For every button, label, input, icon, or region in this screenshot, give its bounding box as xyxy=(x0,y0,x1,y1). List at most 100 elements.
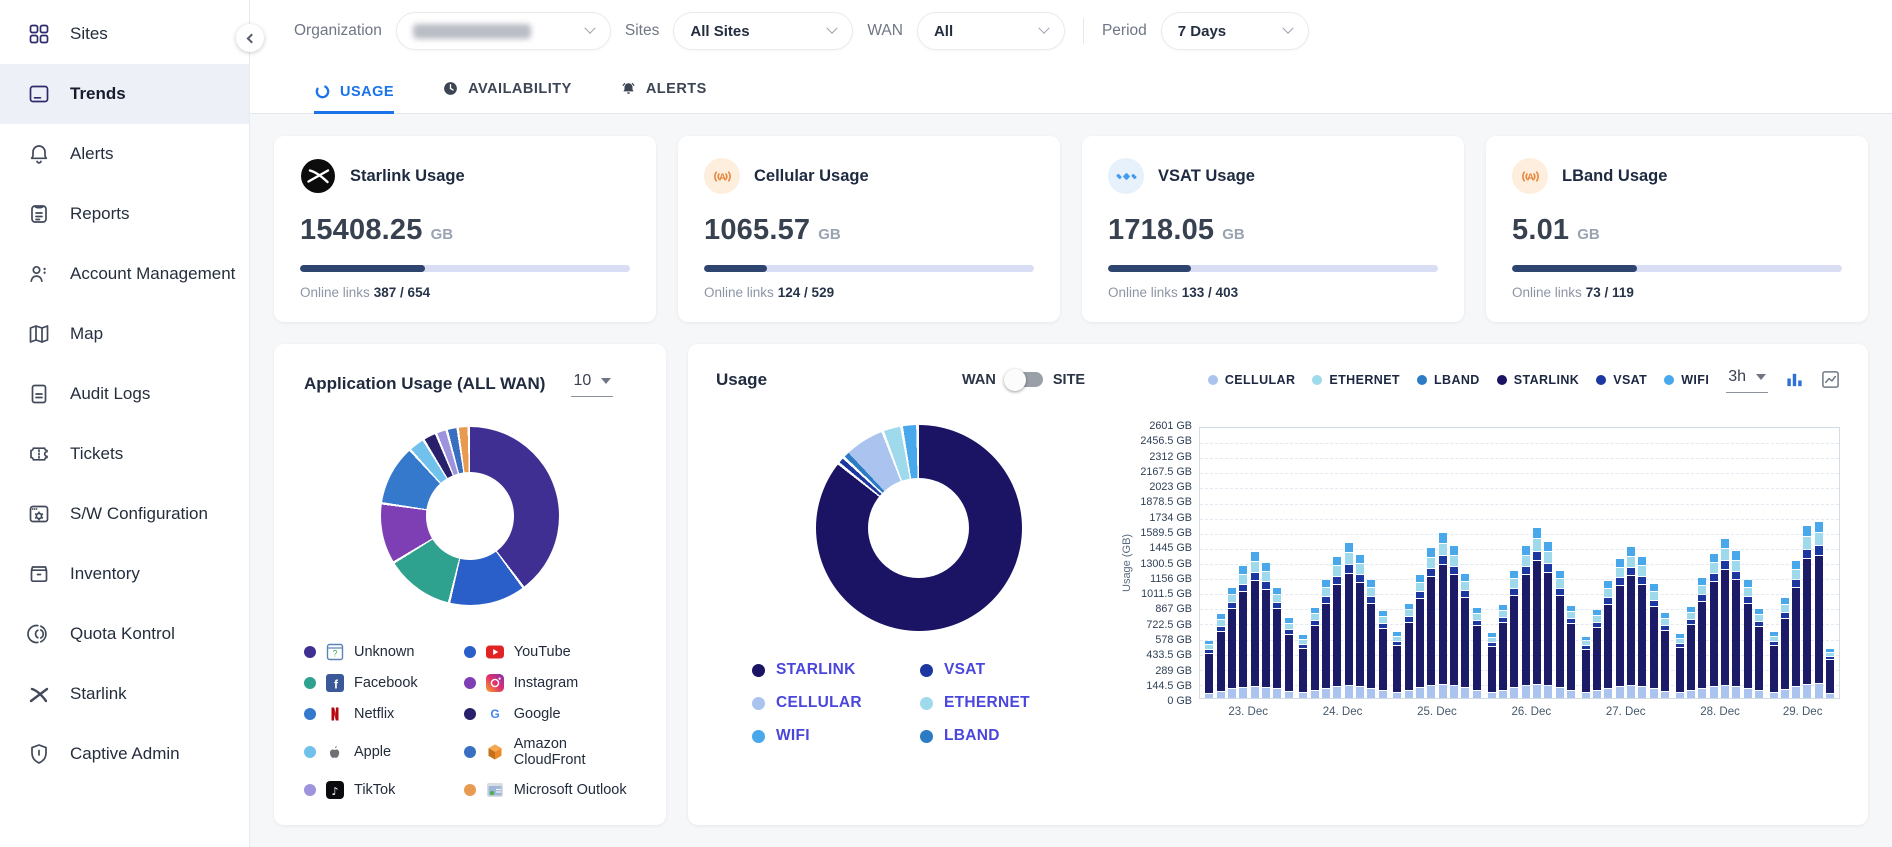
sidebar-item-account-management[interactable]: Account Management xyxy=(0,244,249,304)
stacked-bar[interactable] xyxy=(1488,633,1496,698)
stacked-bar[interactable] xyxy=(1732,551,1740,698)
app-legend-item-apple[interactable]: Apple xyxy=(304,736,454,768)
stacked-bar[interactable] xyxy=(1582,637,1590,698)
sidebar-collapse-button[interactable] xyxy=(236,24,264,52)
application-usage-donut[interactable] xyxy=(381,427,559,605)
stacked-bar[interactable] xyxy=(1604,581,1612,698)
usage-donut[interactable] xyxy=(816,425,1022,631)
stacked-bar[interactable] xyxy=(1567,606,1575,698)
app-count-select[interactable]: 10 xyxy=(571,370,613,397)
sidebar-item-map[interactable]: Map xyxy=(0,304,249,364)
app-legend-item-google[interactable]: GGoogle xyxy=(464,705,636,723)
app-legend-item-youtube[interactable]: YouTube xyxy=(464,643,636,661)
stacked-bar[interactable] xyxy=(1650,584,1658,698)
stacked-bar[interactable] xyxy=(1616,559,1624,698)
stacked-bar[interactable] xyxy=(1416,575,1424,698)
sidebar-item-quota-kontrol[interactable]: Quota Kontrol xyxy=(0,604,249,664)
bar-legend-item-lband[interactable]: LBAND xyxy=(1417,373,1480,387)
usage-legend-item-wifi[interactable]: WIFI xyxy=(752,727,920,745)
period-select[interactable]: 7 Days xyxy=(1161,12,1309,50)
stacked-bar[interactable] xyxy=(1439,533,1447,698)
stacked-bar[interactable] xyxy=(1661,613,1669,698)
stacked-bar[interactable] xyxy=(1333,557,1341,698)
tab-usage[interactable]: USAGE xyxy=(314,83,394,114)
stacked-bar[interactable] xyxy=(1556,571,1564,698)
stacked-bar[interactable] xyxy=(1311,608,1319,698)
stacked-bar[interactable] xyxy=(1273,588,1281,698)
stacked-bar[interactable] xyxy=(1299,635,1307,698)
stacked-bar[interactable] xyxy=(1427,548,1435,698)
stacked-bar[interactable] xyxy=(1770,632,1778,698)
stacked-bar[interactable] xyxy=(1710,554,1718,698)
app-legend-item-netflix[interactable]: Netflix xyxy=(304,705,454,723)
app-legend-item-instagram[interactable]: Instagram xyxy=(464,674,636,692)
stacked-bar[interactable] xyxy=(1262,563,1270,698)
stacked-bar[interactable] xyxy=(1687,607,1695,698)
stacked-bar[interactable] xyxy=(1356,555,1364,698)
stacked-bar[interactable] xyxy=(1638,557,1646,698)
sidebar-item-captive-admin[interactable]: Captive Admin xyxy=(0,724,249,784)
sidebar-item-sites[interactable]: Sites xyxy=(0,4,249,64)
stacked-bar[interactable] xyxy=(1461,574,1469,698)
usage-legend-item-lband[interactable]: LBAND xyxy=(920,727,1088,745)
wan-site-toggle[interactable] xyxy=(1006,372,1043,387)
stacked-bar[interactable] xyxy=(1499,605,1507,698)
stacked-bar[interactable] xyxy=(1593,610,1601,698)
stacked-bar[interactable] xyxy=(1721,539,1729,698)
bar-legend-item-vsat[interactable]: VSAT xyxy=(1596,373,1647,387)
stacked-bar[interactable] xyxy=(1744,580,1752,698)
app-legend-item-tiktok[interactable]: ♪TikTok xyxy=(304,781,454,799)
stacked-bar[interactable] xyxy=(1533,528,1541,698)
stacked-bar[interactable] xyxy=(1755,609,1763,698)
bar-legend-item-ethernet[interactable]: ETHERNET xyxy=(1312,373,1400,387)
sidebar-item-audit-logs[interactable]: Audit Logs xyxy=(0,364,249,424)
usage-legend-item-starlink[interactable]: STARLINK xyxy=(752,661,920,679)
interval-select[interactable]: 3h xyxy=(1726,366,1768,393)
stacked-bar[interactable] xyxy=(1239,566,1247,698)
sidebar-item-alerts[interactable]: Alerts xyxy=(0,124,249,184)
stacked-bar[interactable] xyxy=(1367,580,1375,698)
app-legend-item-amazon-cloudfront[interactable]: Amazon CloudFront xyxy=(464,736,636,768)
tab-availability[interactable]: AVAILABILITY xyxy=(442,80,572,114)
usage-legend-item-cellular[interactable]: CELLULAR xyxy=(752,694,920,712)
stacked-bar[interactable] xyxy=(1285,618,1293,698)
stacked-bar[interactable] xyxy=(1826,649,1834,698)
stacked-bar[interactable] xyxy=(1803,526,1811,698)
stacked-bar[interactable] xyxy=(1792,561,1800,698)
sidebar-item-starlink[interactable]: Starlink xyxy=(0,664,249,724)
bar-chart-type-icon[interactable] xyxy=(1785,370,1804,389)
stacked-bar[interactable] xyxy=(1473,608,1481,698)
sidebar-item-reports[interactable]: Reports xyxy=(0,184,249,244)
bar-legend-item-wifi[interactable]: WIFI xyxy=(1664,373,1709,387)
usage-legend-item-vsat[interactable]: VSAT xyxy=(920,661,1088,679)
stacked-bar[interactable] xyxy=(1217,614,1225,698)
stacked-bar[interactable] xyxy=(1522,546,1530,698)
organization-select[interactable] xyxy=(396,12,611,50)
stacked-bar[interactable] xyxy=(1627,547,1635,698)
app-legend-item-facebook[interactable]: fFacebook xyxy=(304,674,454,692)
stacked-bar[interactable] xyxy=(1510,571,1518,698)
stacked-bar[interactable] xyxy=(1379,611,1387,698)
app-legend-item-microsoft-outlook[interactable]: Microsoft Outlook xyxy=(464,781,636,799)
line-chart-type-icon[interactable] xyxy=(1821,370,1840,389)
sidebar-item-trends[interactable]: Trends xyxy=(0,64,249,124)
wan-select[interactable]: All xyxy=(917,12,1065,50)
stacked-bar[interactable] xyxy=(1322,580,1330,698)
stacked-bar[interactable] xyxy=(1393,632,1401,698)
sidebar-item-s-w-configuration[interactable]: S/W Configuration xyxy=(0,484,249,544)
stacked-bar[interactable] xyxy=(1544,542,1552,698)
stacked-bar[interactable] xyxy=(1345,543,1353,698)
bar-chart-plot[interactable] xyxy=(1199,427,1840,699)
stacked-bar[interactable] xyxy=(1815,522,1823,698)
stacked-bar[interactable] xyxy=(1698,578,1706,698)
stacked-bar[interactable] xyxy=(1676,634,1684,698)
bar-legend-item-cellular[interactable]: CELLULAR xyxy=(1208,373,1296,387)
stacked-bar[interactable] xyxy=(1205,641,1213,698)
usage-legend-item-ethernet[interactable]: ETHERNET xyxy=(920,694,1088,712)
sidebar-item-inventory[interactable]: Inventory xyxy=(0,544,249,604)
sites-select[interactable]: All Sites xyxy=(673,12,853,50)
stacked-bar[interactable] xyxy=(1450,546,1458,698)
stacked-bar[interactable] xyxy=(1405,604,1413,698)
stacked-bar[interactable] xyxy=(1781,598,1789,698)
bar-legend-item-starlink[interactable]: STARLINK xyxy=(1497,373,1579,387)
